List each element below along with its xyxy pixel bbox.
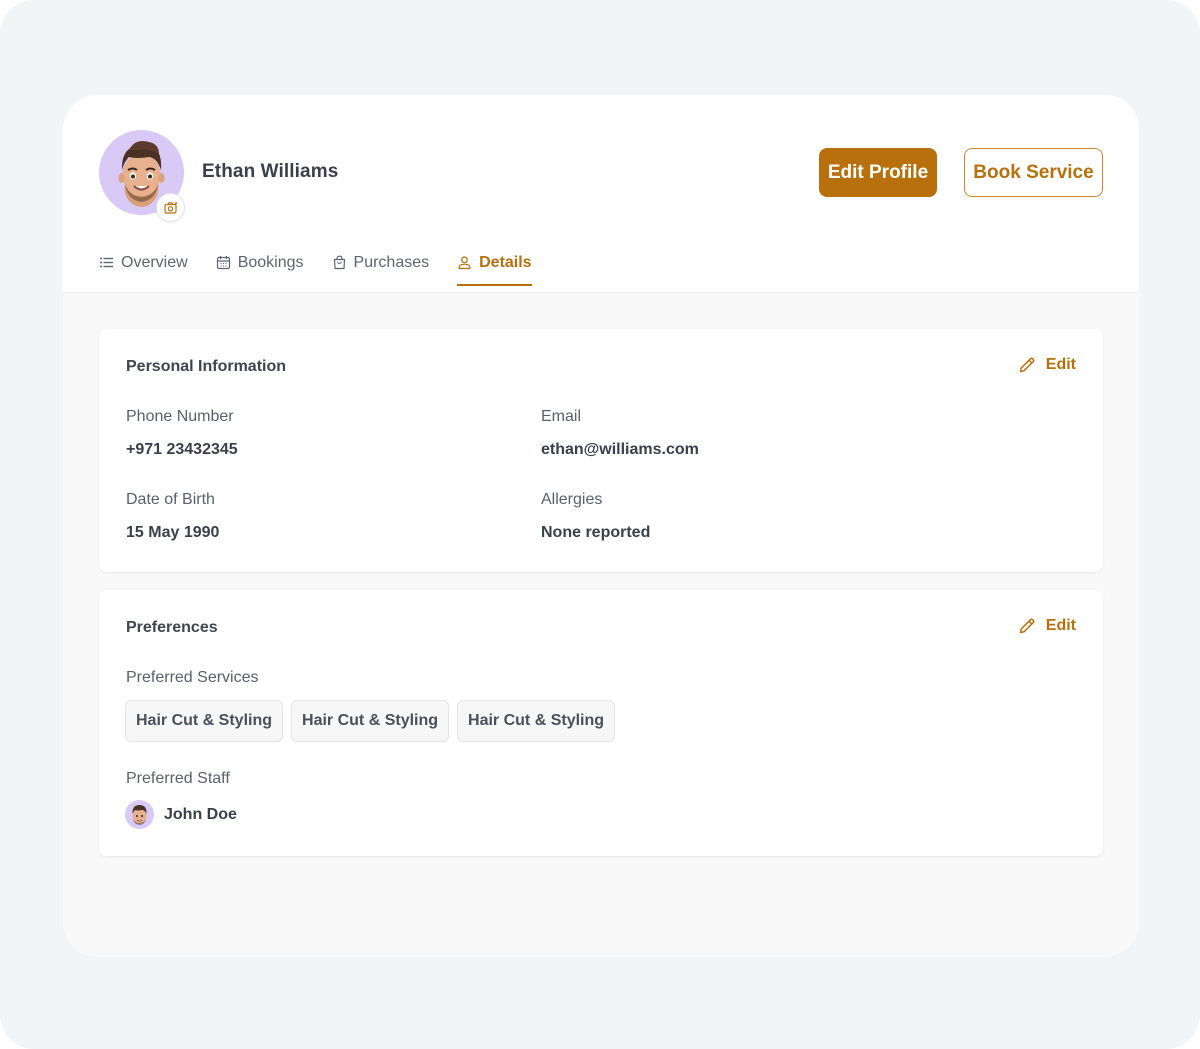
panel-title: Preferences	[126, 619, 218, 636]
email-value: ethan@williams.com	[541, 441, 699, 458]
preferred-services-label: Preferred Services	[126, 669, 259, 686]
allergies-label: Allergies	[541, 491, 603, 508]
service-chip[interactable]: Hair Cut & Styling	[125, 700, 284, 742]
email-label: Email	[541, 408, 582, 425]
shopping-bag-icon	[333, 255, 345, 270]
edit-profile-button[interactable]: Edit Profile	[819, 148, 937, 197]
tab-purchases[interactable]: Purchases	[332, 253, 430, 285]
edit-label: Edit	[1045, 356, 1076, 373]
calendar-icon	[216, 256, 230, 270]
tab-label: Bookings	[237, 254, 304, 271]
customer-name: Ethan Williams	[202, 161, 339, 182]
personal-information-panel: Personal Information Edit Phone Number +…	[99, 329, 1103, 572]
tab-details[interactable]: Details	[457, 253, 532, 286]
tab-label: Details	[479, 254, 532, 271]
tab-label: Purchases	[353, 254, 430, 271]
preferred-services-list: Hair Cut & Styling Hair Cut & Styling Ha…	[125, 700, 616, 742]
service-chip[interactable]: Hair Cut & Styling	[457, 700, 616, 742]
preferred-staff-item[interactable]: John Doe	[125, 800, 237, 829]
phone-label: Phone Number	[126, 408, 234, 425]
camera-icon	[163, 201, 177, 214]
memoji-avatar-icon	[132, 805, 147, 825]
staff-name: John Doe	[164, 805, 237, 823]
pencil-icon	[1019, 618, 1035, 634]
list-icon	[100, 257, 113, 268]
customer-card: Ethan Williams Edit Profile Book Service…	[63, 95, 1139, 957]
preferences-panel: Preferences Edit Preferred Services Hair…	[99, 590, 1103, 856]
pencil-icon	[1019, 357, 1035, 373]
user-icon	[458, 256, 471, 270]
service-chip[interactable]: Hair Cut & Styling	[291, 700, 450, 742]
page-background: Ethan Williams Edit Profile Book Service…	[0, 0, 1200, 1049]
allergies-value: None reported	[541, 524, 651, 541]
dob-label: Date of Birth	[126, 491, 215, 508]
profile-header: Ethan Williams Edit Profile Book Service…	[63, 95, 1139, 293]
tab-bookings[interactable]: Bookings	[216, 253, 304, 285]
tab-overview[interactable]: Overview	[99, 253, 188, 285]
tab-label: Overview	[121, 254, 188, 271]
change-photo-button[interactable]	[156, 193, 185, 222]
profile-tabs: Overview Bookings Purchases Details	[99, 253, 560, 293]
edit-preferences-button[interactable]: Edit	[1018, 617, 1076, 635]
dob-value: 15 May 1990	[126, 524, 220, 541]
staff-avatar	[125, 800, 154, 829]
panel-title: Personal Information	[126, 358, 287, 375]
book-service-button[interactable]: Book Service	[964, 148, 1103, 197]
edit-label: Edit	[1045, 617, 1076, 634]
phone-value: +971 23432345	[126, 441, 238, 458]
avatar[interactable]	[99, 130, 185, 222]
edit-personal-info-button[interactable]: Edit	[1018, 356, 1076, 374]
preferred-staff-label: Preferred Staff	[126, 770, 230, 787]
